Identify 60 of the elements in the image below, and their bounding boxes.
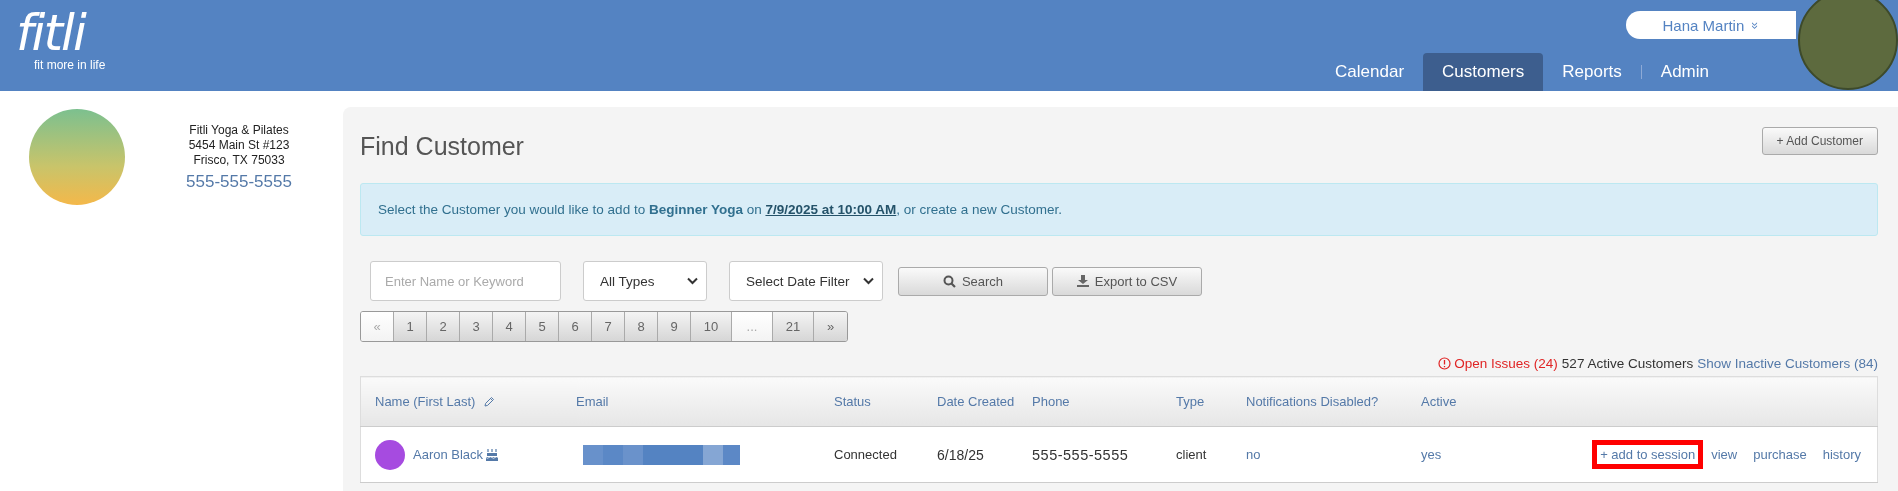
export-button[interactable]: Export to CSV — [1052, 266, 1202, 296]
date-cell: 6/18/25 — [937, 446, 984, 463]
nav-tab[interactable]: Reports — [1543, 53, 1641, 91]
type-cell: client — [1176, 447, 1207, 462]
page-link[interactable]: 10 — [691, 312, 732, 341]
notifications-link[interactable]: no — [1246, 447, 1261, 462]
user-menu[interactable]: Hana Martin » — [1626, 11, 1796, 39]
column-header[interactable]: Status — [834, 394, 871, 409]
active-count: 527 Active Customers — [1561, 356, 1694, 371]
page-link[interactable]: 3 — [460, 312, 493, 341]
open-issues-link[interactable]: Open Issues (24) — [1438, 356, 1558, 371]
column-header[interactable]: Email — [576, 394, 609, 409]
alert-message: Select the Customer you would like to add to Beginner Yoga on 7/9/2025 at 10:00 AM, or create a new Customer. — [378, 202, 1063, 217]
customer-name-link[interactable]: Aaron Black — [413, 447, 484, 462]
type-select[interactable]: All Types — [583, 261, 707, 301]
add-customer-button[interactable]: + Add Customer — [1761, 127, 1878, 155]
column-header[interactable]: Type — [1176, 394, 1205, 409]
row-action-link[interactable]: purchase — [1745, 440, 1815, 469]
row-action-link[interactable]: + add to session — [1592, 440, 1704, 469]
download-icon — [1076, 275, 1089, 287]
search-button[interactable]: Search — [898, 266, 1048, 296]
page-link[interactable]: 8 — [625, 312, 658, 341]
page-link[interactable]: 1 — [394, 312, 427, 341]
nav-tab[interactable]: Admin — [1641, 53, 1728, 91]
page-link[interactable]: 4 — [493, 312, 526, 341]
nav-tab[interactable]: Customers — [1423, 53, 1544, 91]
photo-placeholder[interactable] — [1798, 0, 1898, 90]
birthday-cake-icon — [486, 448, 499, 461]
page-link[interactable]: 2 — [427, 312, 460, 341]
column-header[interactable]: Phone — [1032, 394, 1070, 409]
row-action-link[interactable]: view — [1703, 440, 1746, 469]
page-link[interactable]: 7 — [592, 312, 625, 341]
alert-circle-icon — [1438, 357, 1452, 370]
chevron-down-icon — [863, 277, 874, 285]
date-filter-select[interactable]: Select Date Filter — [729, 261, 883, 301]
page-link[interactable]: 21 — [773, 312, 814, 341]
address-line: Frisco, TX 75033 — [193, 153, 285, 168]
status-cell: Connected — [834, 447, 897, 462]
logo-tagline: fit more in life — [34, 58, 106, 72]
chevron-down-icon — [687, 277, 698, 285]
page-link[interactable]: » — [814, 312, 847, 341]
active-link[interactable]: yes — [1421, 447, 1442, 462]
page-link[interactable]: 5 — [526, 312, 559, 341]
column-header[interactable]: Name (First Last) — [375, 394, 476, 409]
column-header[interactable]: Active — [1421, 394, 1457, 409]
chevron-icon: » — [1748, 21, 1764, 29]
page-title: Find Customer — [360, 132, 524, 161]
row-action-link[interactable]: history — [1814, 440, 1869, 469]
search-field[interactable]: Enter Name or Keyword — [370, 261, 561, 301]
fitli-logo[interactable]: fitli — [16, 6, 106, 60]
page-link[interactable]: 9 — [658, 312, 691, 341]
business-phone: 555-555-5555 — [186, 172, 292, 192]
nav-tab[interactable]: Calendar — [1316, 53, 1424, 91]
phone-cell: 555-555-5555 — [1032, 446, 1129, 463]
address-line: 5454 Main St #123 — [188, 138, 290, 153]
pencil-icon[interactable] — [483, 395, 496, 408]
avatar — [375, 439, 405, 470]
page-link[interactable]: 6 — [559, 312, 592, 341]
search-icon — [942, 274, 956, 288]
business-name: Fitli Yoga & Pilates — [189, 123, 289, 138]
